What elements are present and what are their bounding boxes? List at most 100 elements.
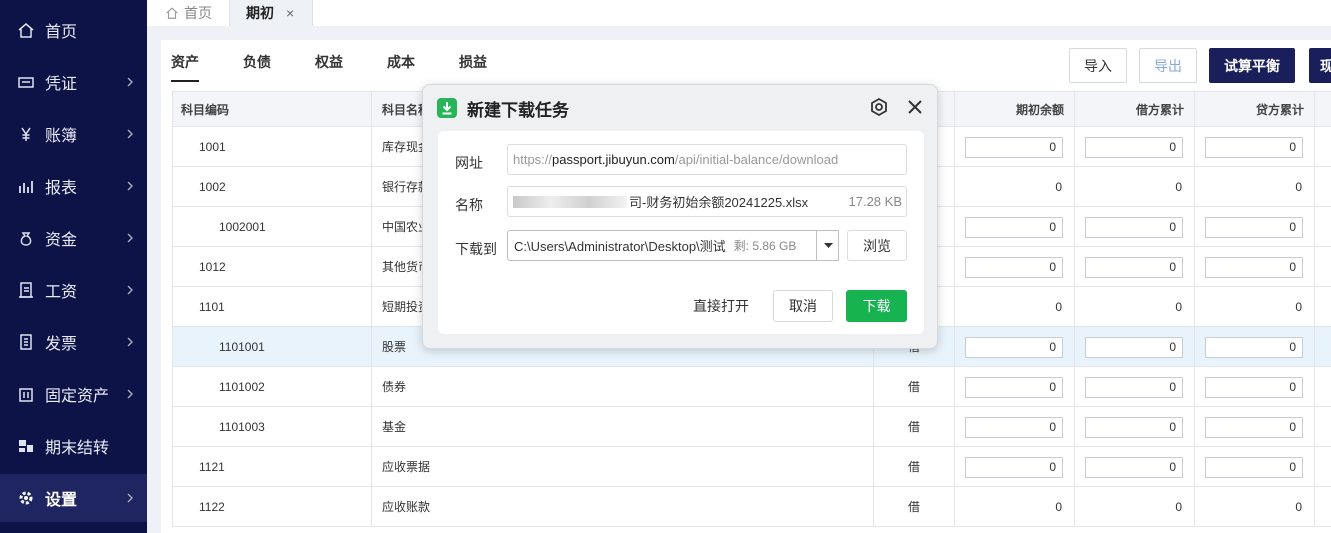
debit-cell: 0 [1074, 447, 1194, 486]
voucher-icon [17, 73, 35, 91]
balance-input[interactable]: 0 [965, 137, 1063, 158]
balance-input[interactable]: 0 [965, 417, 1063, 438]
table-row[interactable]: 1101003 基金借 0 0 0 [172, 407, 1331, 447]
debit-input[interactable]: 0 [1085, 417, 1183, 438]
balance-input[interactable]: 0 [965, 257, 1063, 278]
credit-input[interactable]: 0 [1205, 417, 1303, 438]
close-icon[interactable] [905, 97, 925, 117]
subtab-1[interactable]: 负债 [243, 52, 271, 82]
tab-initial[interactable]: 期初 × [229, 0, 313, 26]
debit-input[interactable]: 0 [1085, 217, 1183, 238]
sidebar-item-label: 固定资产 [45, 388, 110, 405]
yen-icon [17, 125, 35, 143]
save-path-field[interactable]: C:\Users\Administrator\Desktop\测试 剩: 5.8… [507, 230, 839, 261]
subtab-0[interactable]: 资产 [171, 52, 199, 82]
extra-cell [1314, 327, 1331, 366]
subtab-2[interactable]: 权益 [315, 52, 343, 82]
sidebar-item-4[interactable]: 资金 [0, 214, 147, 262]
save-path-value: C:\Users\Administrator\Desktop\测试 [514, 239, 726, 254]
sidebar-item-7[interactable]: 固定资产 [0, 370, 147, 418]
balance-direction: 借 [873, 487, 954, 526]
sidebar-item-8[interactable]: 期末结转 [0, 422, 147, 470]
path-label: 下载到 [455, 241, 497, 257]
sidebar-item-label: 发票 [45, 336, 78, 353]
redacted-text [513, 195, 627, 208]
sidebar-item-label: 报表 [45, 180, 78, 197]
credit-input[interactable]: 0 [1205, 337, 1303, 358]
account-code: 1101003 [172, 407, 371, 446]
trial-balance-button[interactable]: 试算平衡 [1209, 48, 1295, 83]
transfer-icon [17, 437, 35, 455]
sidebar-item-9[interactable]: 设置 [0, 474, 147, 522]
extra-cell [1314, 247, 1331, 286]
import-button[interactable]: 导入 [1069, 48, 1127, 83]
subtab-3[interactable]: 成本 [387, 52, 415, 82]
more-button[interactable]: 现 [1309, 48, 1331, 83]
balance-cell: 0 [954, 247, 1074, 286]
sidebar-item-label: 首页 [45, 24, 78, 41]
sidebar-item-2[interactable]: 账簿 [0, 110, 147, 158]
sidebar-item-3[interactable]: 报表 [0, 162, 147, 210]
table-row[interactable]: 1122 应收账款借 0 0 0 [172, 487, 1331, 527]
tab-initial-label: 期初 [246, 5, 274, 21]
debit-cell: 0 [1074, 127, 1194, 166]
extra-cell [1314, 447, 1331, 486]
export-button[interactable]: 导出 [1139, 48, 1197, 83]
sidebar-item-0[interactable]: 首页 [0, 6, 147, 54]
filename-field[interactable]: 司-财务初始余额20241225.xlsx 17.28 KB [507, 186, 907, 217]
credit-cell: 0 [1194, 447, 1314, 486]
money-bag-icon [17, 229, 35, 247]
download-button[interactable]: 下载 [846, 290, 907, 322]
download-logo-icon [437, 98, 457, 118]
header-debit: 借方累计 [1074, 92, 1194, 126]
gear-icon [17, 489, 35, 507]
extra-cell [1314, 167, 1331, 206]
debit-input[interactable]: 0 [1085, 377, 1183, 398]
balance-input[interactable]: 0 [965, 457, 1063, 478]
tab-close-icon[interactable]: × [286, 5, 294, 21]
browse-button[interactable]: 浏览 [847, 230, 907, 261]
credit-input[interactable]: 0 [1205, 457, 1303, 478]
debit-input[interactable]: 0 [1085, 137, 1183, 158]
sidebar-item-6[interactable]: 发票 [0, 318, 147, 366]
credit-input[interactable]: 0 [1205, 137, 1303, 158]
balance-input[interactable]: 0 [965, 377, 1063, 398]
chevron-right-icon [127, 493, 133, 503]
invoice-icon [17, 333, 35, 351]
credit-input[interactable]: 0 [1205, 377, 1303, 398]
url-field[interactable]: https://passport.jibuyun.com/api/initial… [507, 144, 907, 175]
balance-input[interactable]: 0 [965, 217, 1063, 238]
debit-value: 0 [1074, 487, 1194, 526]
credit-value: 0 [1194, 167, 1314, 206]
sidebar-item-5[interactable]: 工资 [0, 266, 147, 314]
debit-cell: 0 [1074, 367, 1194, 406]
chevron-right-icon [127, 285, 133, 295]
account-code: 1122 [172, 487, 371, 526]
path-dropdown[interactable] [816, 230, 839, 261]
account-name: 应收票据 [371, 447, 873, 486]
debit-input[interactable]: 0 [1085, 337, 1183, 358]
debit-cell: 0 [1074, 207, 1194, 246]
account-code: 1101 [172, 287, 371, 326]
credit-input[interactable]: 0 [1205, 217, 1303, 238]
extra-cell [1314, 127, 1331, 166]
open-directly-button[interactable]: 直接打开 [685, 290, 757, 322]
table-row[interactable]: 1121 应收票据借 0 0 0 [172, 447, 1331, 487]
sidebar: 首页凭证 账簿报表资金 工资发票固定资产期末结转 设置 [0, 0, 147, 533]
debit-input[interactable]: 0 [1085, 457, 1183, 478]
sidebar-item-1[interactable]: 凭证 [0, 58, 147, 106]
debit-input[interactable]: 0 [1085, 257, 1183, 278]
subtab-4[interactable]: 损益 [459, 52, 487, 82]
table-row[interactable]: 1101002 债券借 0 0 0 [172, 367, 1331, 407]
debit-cell: 0 [1074, 247, 1194, 286]
balance-input[interactable]: 0 [965, 337, 1063, 358]
credit-input[interactable]: 0 [1205, 257, 1303, 278]
header-credit: 贷方累计 [1194, 92, 1314, 126]
balance-cell: 0 [954, 207, 1074, 246]
settings-gear-icon[interactable] [869, 97, 889, 117]
tab-home[interactable]: 首页 [165, 0, 212, 26]
cancel-button[interactable]: 取消 [773, 290, 833, 322]
credit-value: 0 [1194, 287, 1314, 326]
building-icon [17, 385, 35, 403]
extra-cell [1314, 207, 1331, 246]
